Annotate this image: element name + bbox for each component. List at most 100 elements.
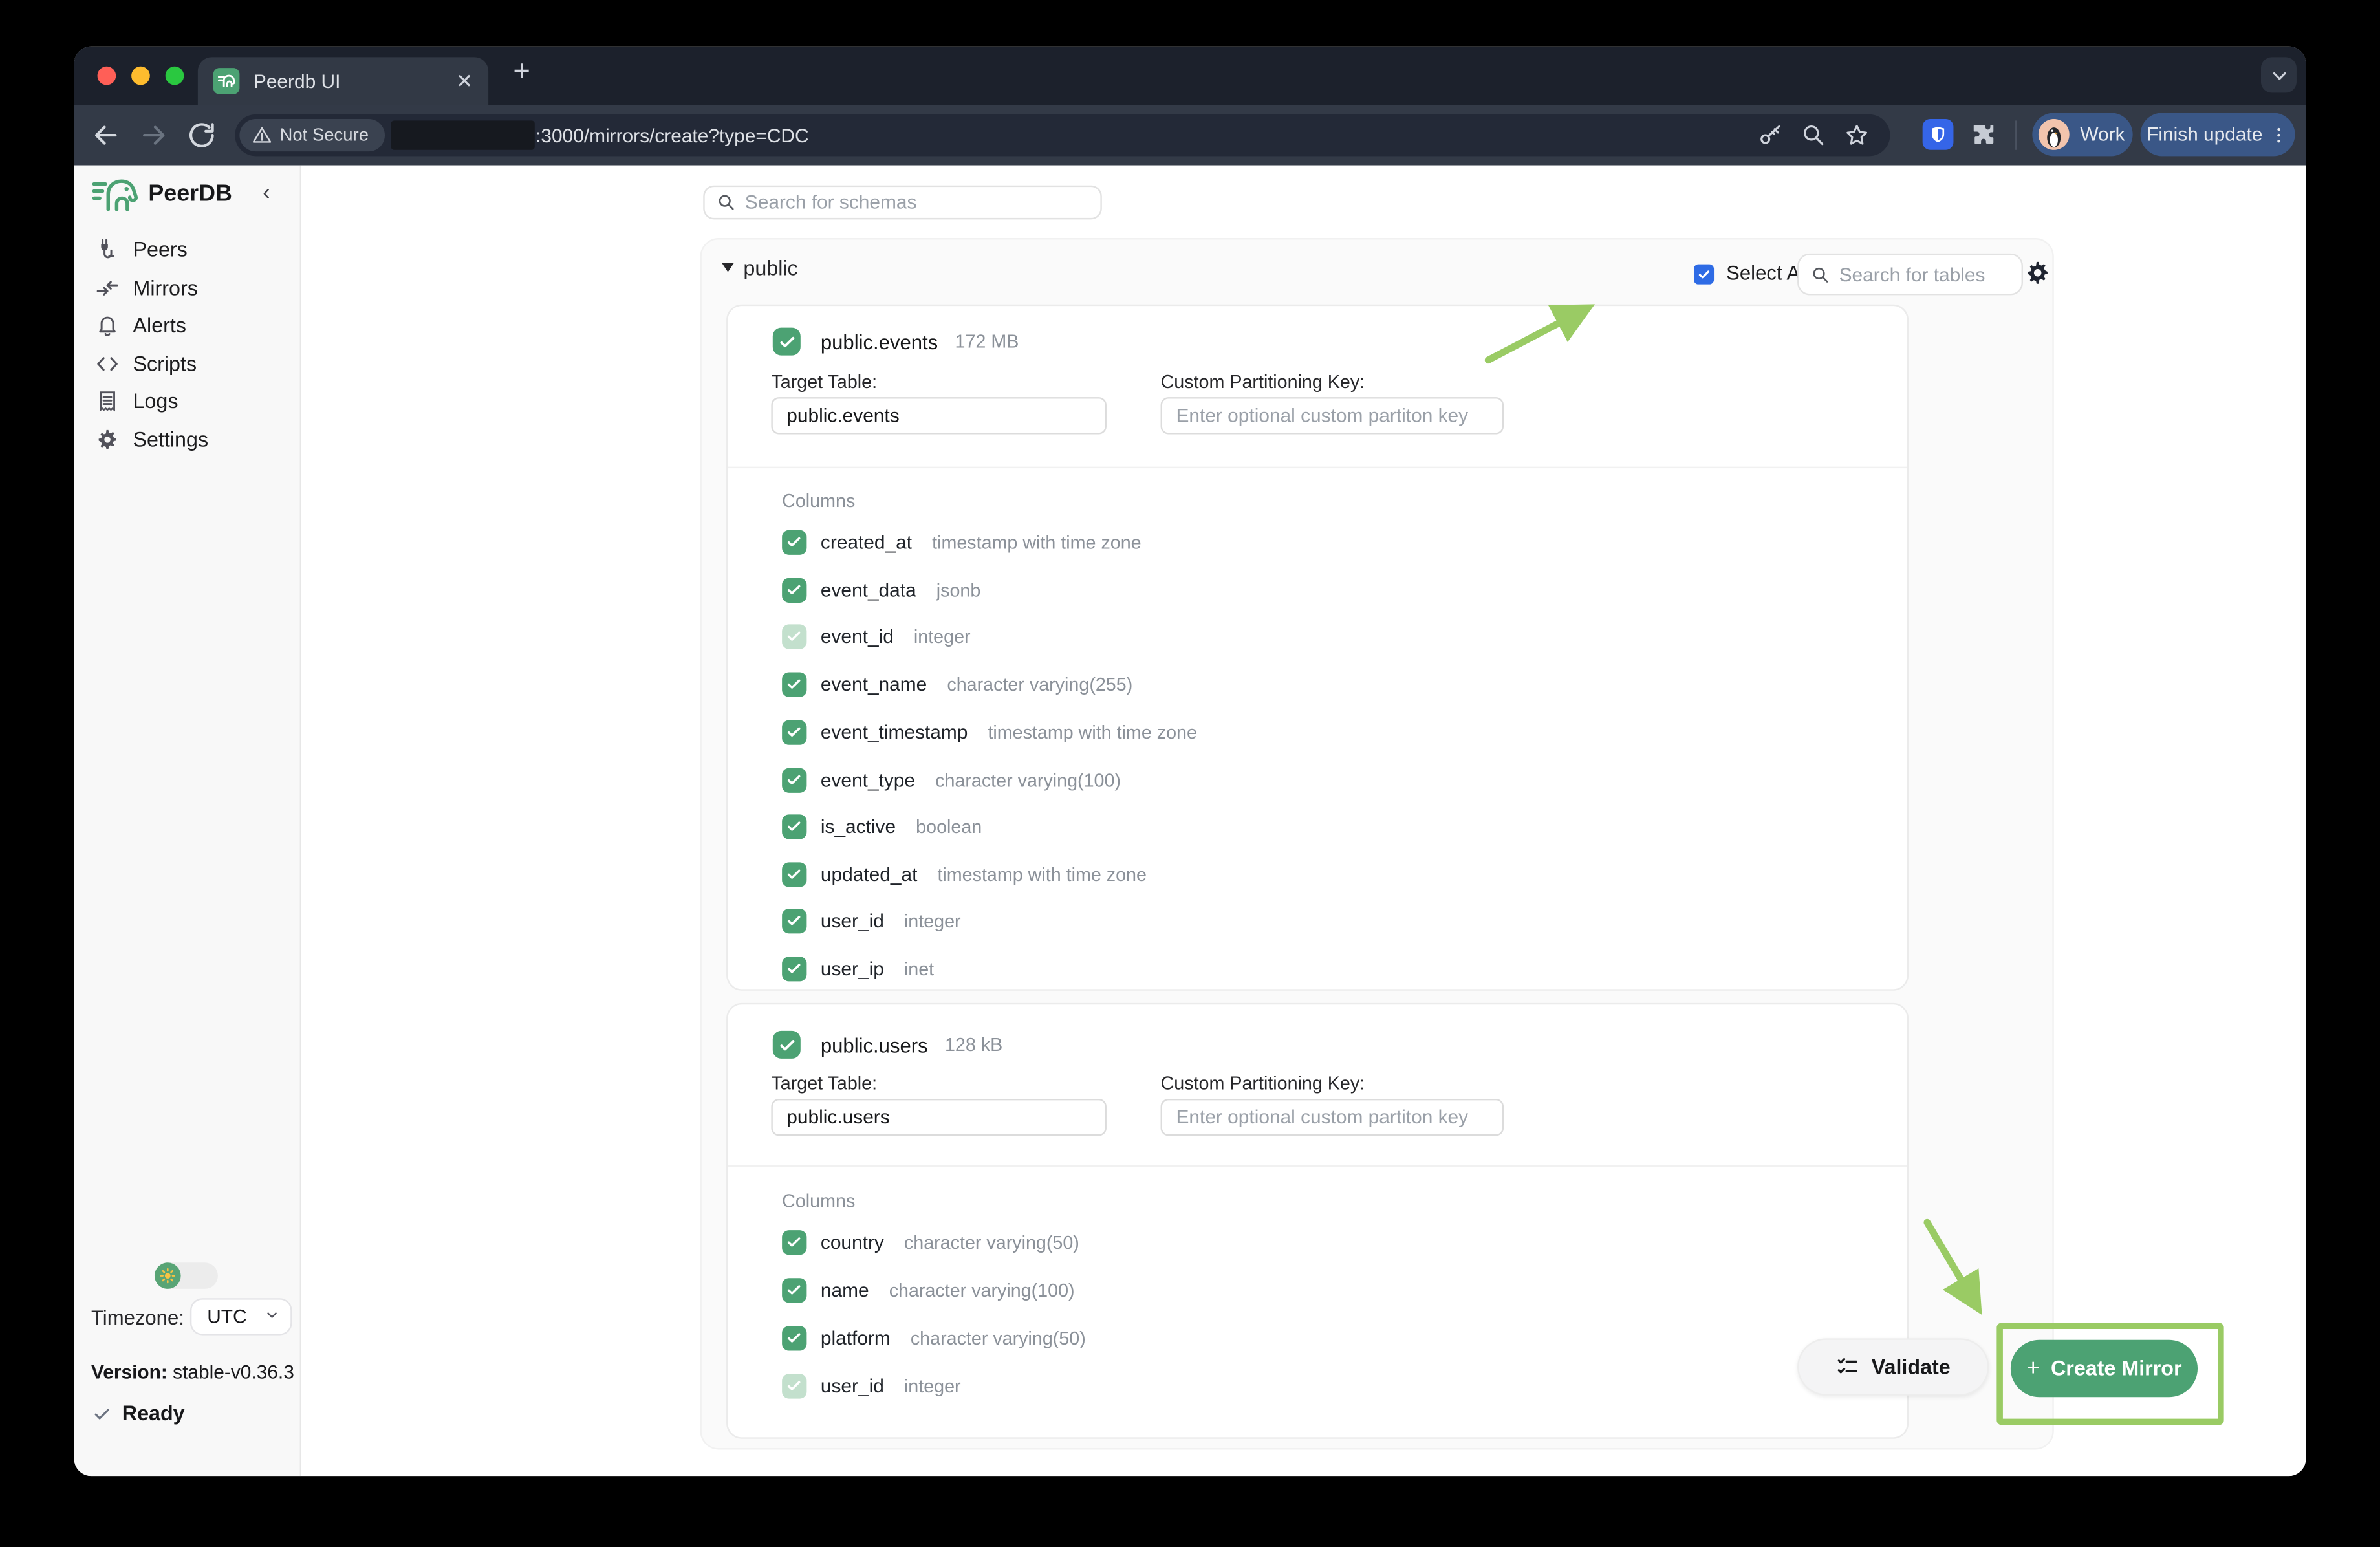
bitwarden-extension-icon[interactable] [1923, 119, 1954, 150]
password-key-icon[interactable] [1757, 122, 1784, 149]
finish-update-button[interactable]: Finish update [2141, 113, 2295, 156]
column-checkbox[interactable] [782, 1230, 806, 1255]
column-type: timestamp with time zone [932, 532, 1141, 553]
column-checkbox[interactable] [782, 578, 806, 603]
main-panel: public Select All [301, 166, 2306, 1476]
column-checkbox[interactable] [782, 530, 806, 555]
sidebar-item-alerts[interactable]: Alerts [74, 306, 300, 343]
tab-title: Peerdb UI [254, 70, 456, 92]
checklist-icon [1836, 1356, 1859, 1379]
column-type: timestamp with time zone [937, 864, 1147, 885]
select-all-checkbox[interactable] [1694, 265, 1714, 285]
schema-name: public [743, 257, 797, 280]
version-value: stable-v0.36.3 [173, 1361, 294, 1383]
column-checkbox[interactable] [782, 768, 806, 793]
not-secure-badge[interactable]: Not Secure [239, 119, 384, 151]
column-type: character varying(50) [911, 1328, 1086, 1349]
warning-icon [252, 125, 272, 146]
table-settings-gear-icon[interactable] [2024, 259, 2051, 286]
profile-avatar [2039, 119, 2070, 150]
validate-button[interactable]: Validate [1797, 1338, 1989, 1395]
version-label: Version: [91, 1361, 168, 1383]
table-size: 128 kB [945, 1034, 1002, 1055]
table-checkbox[interactable] [773, 1031, 801, 1059]
table-search-input[interactable] [1839, 263, 2009, 285]
schema-search-input[interactable] [745, 191, 1088, 213]
zoom-icon[interactable] [1801, 122, 1827, 149]
partition-key-label: Custom Partitioning Key: [1161, 1072, 1365, 1094]
target-table-label: Target Table: [771, 371, 877, 393]
column-checkbox[interactable] [782, 862, 806, 887]
column-type: character varying(50) [904, 1232, 1079, 1253]
column-name: platform [821, 1328, 891, 1349]
target-table-input[interactable] [771, 397, 1107, 434]
table-search[interactable] [1797, 254, 2023, 296]
sidebar-collapse-icon[interactable]: ‹ [263, 179, 270, 204]
profile-button[interactable]: Work [2032, 113, 2132, 156]
tab-close-icon[interactable]: ✕ [456, 71, 473, 91]
column-row: event_timestamp timestamp with time zone [782, 720, 1197, 745]
finish-update-label: Finish update [2147, 124, 2262, 145]
sidebar-item-logs[interactable]: Logs [74, 382, 300, 418]
column-name: event_timestamp [821, 722, 968, 743]
column-type: integer [904, 1376, 961, 1397]
browser-tab[interactable]: Peerdb UI ✕ [198, 57, 488, 105]
tab-search-chevron-icon[interactable] [2261, 57, 2297, 92]
target-table-input[interactable] [771, 1099, 1107, 1136]
bookmark-star-icon[interactable] [1844, 122, 1870, 149]
traffic-minimize-icon[interactable] [131, 67, 150, 85]
create-mirror-button[interactable]: + Create Mirror [2011, 1340, 2198, 1397]
table-checkbox[interactable] [773, 328, 801, 356]
check-icon [92, 1404, 111, 1423]
sidebar-item-settings[interactable]: Settings [74, 420, 300, 457]
address-bar[interactable]: Not Secure :3000/mirrors/create?type=CDC [235, 114, 1890, 157]
collapse-triangle-icon[interactable] [722, 263, 734, 272]
schema-header: public Select All [702, 239, 2053, 304]
toolbar-separator [2015, 120, 2017, 149]
divider [728, 467, 1907, 468]
select-all-label: Select All [1726, 261, 1809, 285]
column-type: character varying(100) [935, 770, 1121, 791]
kebab-menu-icon[interactable] [2269, 124, 2289, 144]
column-checkbox[interactable] [782, 1278, 806, 1303]
column-type: inet [904, 958, 934, 980]
column-checkbox[interactable] [782, 720, 806, 745]
traffic-zoom-icon[interactable] [166, 67, 184, 85]
new-tab-icon[interactable]: + [513, 56, 530, 90]
bell-icon [96, 313, 119, 336]
timezone-row: Timezone: UTC [91, 1298, 292, 1335]
url-text: :3000/mirrors/create?type=CDC [536, 124, 1757, 146]
code-icon [96, 352, 119, 375]
search-icon [717, 193, 736, 212]
column-checkbox[interactable] [782, 957, 806, 981]
sidebar-item-label: Peers [133, 237, 188, 261]
schema-search[interactable] [703, 186, 1102, 220]
sidebar-item-scripts[interactable]: Scripts [74, 345, 300, 382]
back-icon[interactable] [90, 119, 122, 151]
profile-label: Work [2080, 124, 2125, 145]
sidebar-item-mirrors[interactable]: Mirrors [74, 269, 300, 306]
brand-name: PeerDB [148, 181, 232, 208]
column-name: updated_at [821, 864, 917, 885]
extensions-puzzle-icon[interactable] [1969, 120, 1996, 148]
forward-icon[interactable] [138, 119, 170, 151]
sidebar-item-peers[interactable]: Peers [74, 230, 300, 267]
reload-icon[interactable] [186, 119, 218, 151]
column-checkbox[interactable] [782, 814, 806, 839]
version-line: Version: stable-v0.36.3 [91, 1361, 294, 1383]
column-checkbox[interactable] [782, 1326, 806, 1350]
timezone-select[interactable]: UTC [190, 1298, 292, 1335]
timezone-label: Timezone: [91, 1306, 184, 1329]
table-name: public.events [821, 330, 938, 353]
column-checkbox[interactable] [782, 672, 806, 697]
traffic-close-icon[interactable] [98, 67, 116, 85]
mirror-arrows-icon [96, 276, 119, 299]
column-checkbox[interactable] [782, 909, 806, 933]
column-name: user_id [821, 1376, 884, 1397]
column-row: name character varying(100) [782, 1278, 1074, 1303]
partition-key-input[interactable] [1161, 1099, 1504, 1136]
partition-key-input[interactable] [1161, 397, 1504, 434]
theme-toggle[interactable] [155, 1262, 218, 1289]
sidebar: PeerDB ‹ Peers Mirrors Alerts Scr [74, 166, 301, 1476]
column-name: country [821, 1232, 884, 1253]
